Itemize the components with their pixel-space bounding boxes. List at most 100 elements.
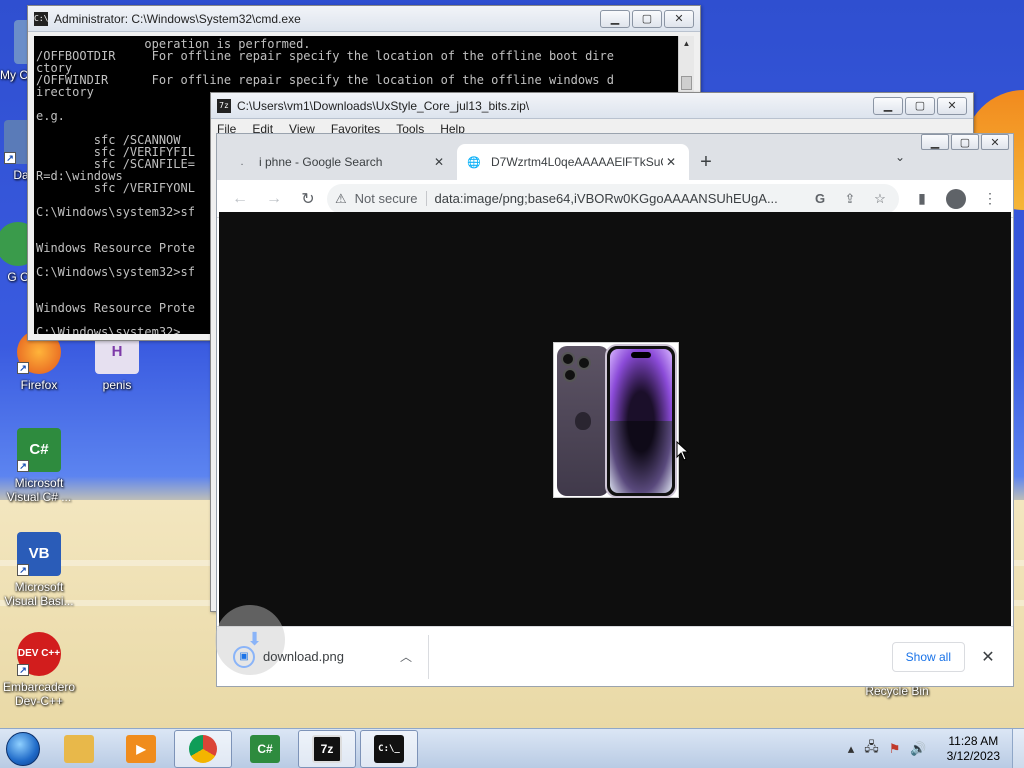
address-bar[interactable]: ⚠ Not secure data:image/png;base64,iVBOR… [327,183,899,214]
minimize-button[interactable]: ▁ [873,96,903,115]
phone-back [557,346,609,496]
cmd-line: /OFFBOOTDIR For offline repair specify t… [36,49,614,63]
chrome-icon [189,734,217,763]
share-icon[interactable]: ⇪ [839,191,861,207]
vb-icon: VB ↗ [17,532,61,576]
taskbar: ▶ C# 7z C:\_ ▴ 🖧 ⚑ 🔊 11:28 AM 3/12/2023 [0,728,1024,768]
show-desktop-button[interactable] [1012,728,1024,768]
new-tab-button[interactable]: + [689,144,723,180]
avatar [946,188,966,209]
clock[interactable]: 11:28 AM 3/12/2023 [947,734,1000,764]
cmd-app-icon: C:\ [34,11,48,26]
desktop-icon-devcpp[interactable]: DEV C++ ↗ Embarcadero Dev-C++ [0,632,79,708]
url-text[interactable]: data:image/png;base64,iVBORw0KGgoAAAANSU… [435,191,801,206]
cmd-line: /OFFWINDIR For offline repair specify th… [36,73,614,87]
google-favicon-icon: . [240,156,244,168]
google-lens-icon[interactable]: G [809,191,831,206]
download-shelf: ▣ ⬇ download.png ︿ Show all ✕ [215,604,1013,686]
volume-icon[interactable]: 🔊 [910,741,926,757]
clock-time: 11:28 AM [948,733,999,748]
taskbar-visual-csharp[interactable]: C# [236,730,294,768]
taskbar-cmd[interactable]: C:\_ [360,729,418,768]
chrome-window[interactable]: . i phne - Google Search ✕ 🌐 D7Wzrtm4L0q… [215,133,1014,687]
vb-icon-text: VB [28,545,50,562]
cmd-icon: C:\_ [374,734,404,763]
tab-search-button[interactable]: ⌄ [895,150,905,164]
cmd-title: Administrator: C:\Windows\System32\cmd.e… [54,11,301,26]
show-all-button[interactable]: Show all [891,641,965,672]
close-button[interactable]: ✕ [981,134,1009,150]
dynamic-island [631,352,651,358]
media-player-icon: ▶ [126,734,156,763]
screen-bottom [610,421,672,493]
apple-logo-icon [575,412,591,430]
side-panel-icon[interactable]: ▮ [907,184,937,214]
maximize-button[interactable]: ▢ [632,9,662,28]
globe-icon: 🌐 [467,156,481,169]
profile-button[interactable] [941,184,971,214]
desktop-icon-label: Microsoft Visual Basi... [4,580,74,608]
tab-google-search[interactable]: . i phne - Google Search ✕ [225,144,457,180]
show-hidden-icons-icon[interactable]: ▴ [848,741,855,757]
tab-image[interactable]: 🌐 D7Wzrtm4L0qeAAAAAElFTkSuQ ✕ [457,144,689,180]
maximize-button[interactable]: ▢ [905,96,935,115]
desktop-icon-visual-csharp[interactable]: C# ↗ Microsoft Visual C# ... [0,428,79,504]
camera-lens [577,356,591,370]
tab-title: i phne - Google Search [259,155,383,169]
sevenzip-title: C:\Users\vm1\Downloads\UxStyle_Core_jul1… [237,98,530,113]
page-viewport[interactable] [219,212,1011,626]
bookmark-star-icon[interactable]: ☆ [869,191,891,207]
menu-kebab-icon[interactable]: ⋮ [975,184,1005,214]
csharp-icon: C# ↗ [17,428,61,472]
folder-icon [64,734,94,763]
back-button[interactable]: ← [225,184,255,214]
camera-lens [563,368,577,382]
iphone-image[interactable] [553,342,679,498]
devcpp-icon-text: DEV C++ [17,648,61,659]
close-button[interactable]: ✕ [937,96,967,115]
network-icon[interactable]: 🖧 [864,738,879,760]
screen-top [610,349,672,423]
csharp-icon: C# [250,734,280,763]
warning-icon[interactable]: ⚠ [335,191,347,207]
taskbar-7zip[interactable]: 7z [298,729,356,768]
chevron-up-icon[interactable]: ︿ [400,648,428,665]
tab-title: D7Wzrtm4L0qeAAAAAElFTkSuQ [491,155,663,169]
sevenzip-app-icon: 7z [217,98,231,113]
desktop-icon-label: Embarcadero Dev-C++ [2,680,76,708]
tab-close-icon[interactable]: ✕ [663,155,679,169]
desktop-icon-label: Firefox [20,378,58,392]
taskbar-file-explorer[interactable] [50,730,108,768]
desktop-icon-label: Microsoft Visual C# ... [6,476,72,504]
download-item[interactable]: ▣ ⬇ download.png ︿ [215,604,429,679]
not-secure-label[interactable]: Not secure [355,191,427,206]
download-arrow-icon: ⬇ [247,628,263,649]
reload-button[interactable]: ↻ [293,184,323,214]
scroll-up-icon[interactable]: ▲ [679,36,694,52]
tab-close-icon[interactable]: ✕ [431,155,447,169]
scroll-thumb[interactable] [681,76,692,90]
forward-button[interactable]: → [259,184,289,214]
taskbar-chrome[interactable] [174,729,232,768]
close-button[interactable]: ✕ [664,9,694,28]
cmd-titlebar[interactable]: C:\ Administrator: C:\Windows\System32\c… [28,6,700,32]
action-center-icon[interactable]: ⚑ [889,741,901,757]
system-tray: ▴ 🖧 ⚑ 🔊 11:28 AM 3/12/2023 [848,734,1012,764]
close-download-shelf-button[interactable]: ✕ [973,642,1003,672]
start-button[interactable] [0,729,46,768]
minimize-button[interactable]: ▁ [921,134,949,150]
desktop-icon-visual-basic[interactable]: VB ↗ Microsoft Visual Basi... [0,532,79,608]
tab-strip: . i phne - Google Search ✕ 🌐 D7Wzrtm4L0q… [217,134,1013,180]
camera-lens [561,352,575,366]
devcpp-icon: DEV C++ ↗ [17,632,61,676]
csharp-icon-text: C# [29,441,49,458]
minimize-button[interactable]: ▁ [600,9,630,28]
chrome-window-controls: ▁ ▢ ✕ [919,134,1009,150]
sevenzip-titlebar[interactable]: 7z C:\Users\vm1\Downloads\UxStyle_Core_j… [211,93,973,119]
phone-front [605,344,677,498]
taskbar-media-player[interactable]: ▶ [112,730,170,768]
clock-date: 3/12/2023 [946,748,1000,763]
mouse-cursor-icon [676,441,690,461]
download-filename: download.png [263,649,344,664]
maximize-button[interactable]: ▢ [951,134,979,150]
